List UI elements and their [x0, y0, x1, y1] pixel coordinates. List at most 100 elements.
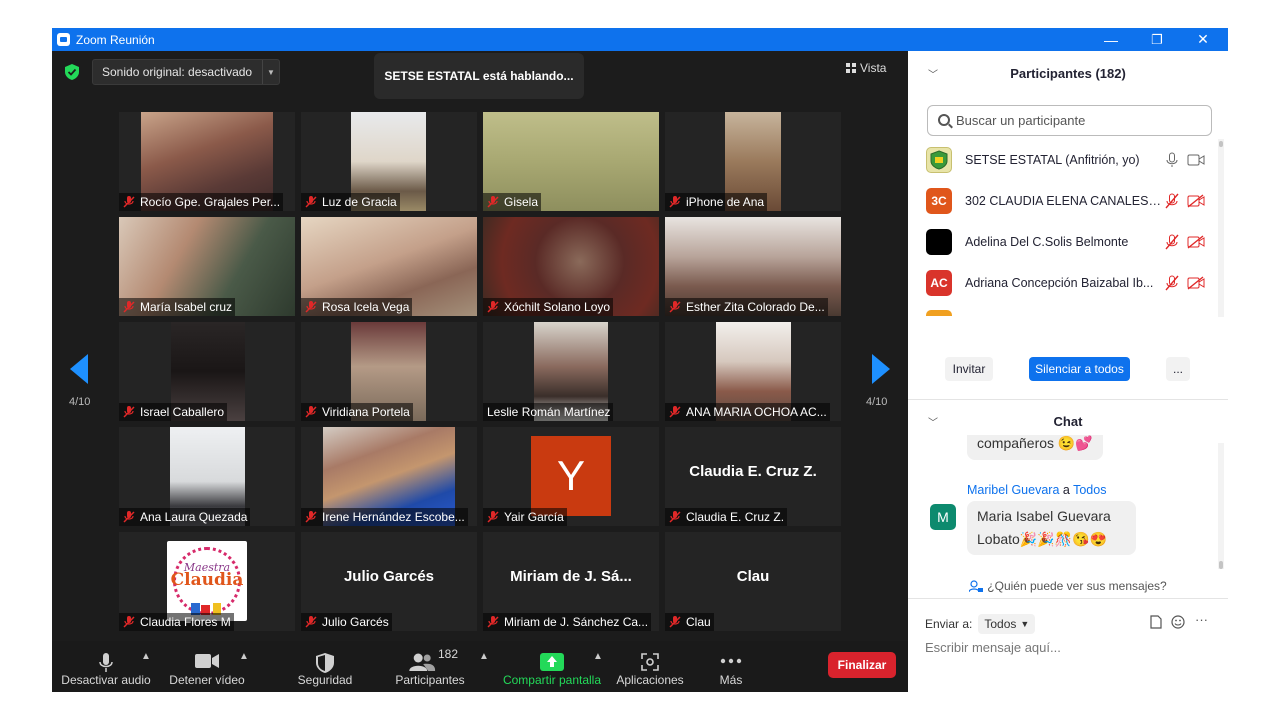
mute-audio-button[interactable]: Desactivar audio	[60, 641, 152, 692]
audio-options-caret-icon[interactable]: ▲	[141, 651, 151, 662]
name-tag: Viridiana Portela	[301, 403, 413, 421]
page-indicator-right: 4/10	[866, 396, 888, 408]
participants-more-button[interactable]: ...	[1166, 357, 1190, 381]
collapse-participants-chevron-icon[interactable]: ﹀	[928, 66, 938, 81]
microphone-icon	[99, 653, 113, 672]
camera-off-icon[interactable]	[1187, 275, 1205, 290]
share-options-caret-icon[interactable]: ▲	[593, 651, 603, 662]
send-to-select[interactable]: Todos ▼	[978, 614, 1036, 634]
video-tile[interactable]: Leslie Román Martínez	[483, 322, 659, 421]
participant-row[interactable]: AC Adriana Concepción Baizabal Ib...	[908, 262, 1218, 303]
end-meeting-button[interactable]: Finalizar	[828, 652, 896, 678]
chat-scrollbar[interactable]	[1218, 443, 1224, 569]
chat-scroll-thumb[interactable]	[1219, 561, 1223, 569]
apps-label: Aplicaciones	[616, 673, 684, 687]
participant-name: Julio Garcés	[322, 615, 389, 629]
next-page-arrow-icon[interactable]	[870, 354, 890, 384]
encryption-shield-icon[interactable]	[65, 64, 79, 80]
name-tag: Julio Garcés	[301, 613, 392, 631]
participant-name: Ana Laura Quezada	[140, 510, 248, 524]
apps-button[interactable]: Aplicaciones	[612, 641, 688, 692]
more-button[interactable]: Más	[708, 641, 754, 692]
minimize-button[interactable]: —	[1088, 28, 1134, 51]
mic-muted-icon	[123, 301, 135, 313]
video-tile[interactable]: Irene Hernández Escobe...	[301, 427, 477, 526]
mic-muted-icon	[305, 616, 317, 628]
security-label: Seguridad	[297, 673, 353, 687]
chat-message-input[interactable]: Escribir mensaje aquí...	[925, 640, 1215, 655]
emoji-icon[interactable]	[1171, 615, 1185, 629]
previous-page-arrow-icon[interactable]	[70, 354, 90, 384]
participant-row[interactable]: 3C 302 CLAUDIA ELENA CANALES ...	[908, 180, 1218, 221]
mic-muted-icon	[487, 301, 499, 313]
camera-off-icon[interactable]	[1187, 234, 1205, 249]
video-options-caret-icon[interactable]: ▲	[239, 651, 249, 662]
mute-all-button[interactable]: Silenciar a todos	[1029, 357, 1130, 381]
view-button[interactable]: Vista	[846, 61, 886, 75]
chat-more-icon[interactable]: ···	[1195, 612, 1208, 627]
mic-muted-icon	[123, 616, 135, 628]
original-sound-label: Sonido original: desactivado	[102, 65, 253, 79]
video-tile[interactable]: Rocío Gpe. Grajales Per...	[119, 112, 295, 211]
chevron-down-icon[interactable]: ▼	[262, 60, 279, 84]
participant-row[interactable]: Adelina Del C.Solis Belmonte	[908, 221, 1218, 262]
video-tile[interactable]: Y Yair García	[483, 427, 659, 526]
video-camera-icon	[195, 654, 219, 668]
collapse-chat-chevron-icon[interactable]: ﹀	[928, 414, 938, 429]
restore-button[interactable]: ❐	[1134, 28, 1180, 51]
participants-scrollbar[interactable]	[1218, 139, 1224, 317]
close-button[interactable]: ✕	[1180, 28, 1226, 51]
mic-muted-icon[interactable]	[1165, 234, 1179, 250]
camera-off-icon[interactable]	[1187, 193, 1205, 208]
avatar: M	[930, 504, 956, 530]
security-shield-icon	[316, 653, 334, 673]
participants-scroll-thumb[interactable]	[1219, 141, 1223, 147]
logo-lettering: Maestra Claudia	[170, 561, 244, 590]
participant-row[interactable]: SETSE ESTATAL (Anfitrión, yo)	[908, 139, 1218, 180]
mic-icon[interactable]	[1165, 152, 1179, 168]
video-tile[interactable]: ANA MARIA OCHOA AC...	[665, 322, 841, 421]
name-tag: Gisela	[483, 193, 542, 211]
mic-muted-icon[interactable]	[1165, 193, 1179, 209]
mic-muted-icon	[123, 511, 135, 523]
video-tile[interactable]: Esther Zita Colorado De...	[665, 217, 841, 316]
video-tile[interactable]: Xóchilt Solano Loyo	[483, 217, 659, 316]
participants-button[interactable]: 182 Participantes	[388, 641, 472, 692]
video-tile[interactable]: Gisela	[483, 112, 659, 211]
file-icon[interactable]	[1150, 615, 1162, 629]
original-sound-button[interactable]: Sonido original: desactivado ▼	[92, 59, 280, 85]
invite-button[interactable]: Invitar	[945, 357, 993, 381]
video-tile[interactable]: Maestra Claudia Claudia Flores M	[119, 532, 295, 631]
participant-name: Luz de Gracia	[322, 195, 397, 209]
search-placeholder: Buscar un participante	[956, 113, 1086, 128]
video-tile[interactable]: Miriam de J. Sá... Miriam de J. Sánchez …	[483, 532, 659, 631]
stop-video-button[interactable]: Detener vídeo	[164, 641, 250, 692]
video-tile[interactable]: iPhone de Ana	[665, 112, 841, 211]
participant-name: Israel Caballero	[140, 405, 225, 419]
video-tile[interactable]: Clau Clau	[665, 532, 841, 631]
video-tile[interactable]: Julio Garcés Julio Garcés	[301, 532, 477, 631]
page-indicator-left: 4/10	[69, 396, 91, 408]
participant-name: Miriam de J. Sánchez Ca...	[504, 615, 649, 629]
video-tile[interactable]: Claudia E. Cruz Z. Claudia E. Cruz Z.	[665, 427, 841, 526]
camera-icon[interactable]	[1187, 153, 1205, 167]
mic-muted-icon[interactable]	[1165, 275, 1179, 291]
video-tile[interactable]: Viridiana Portela	[301, 322, 477, 421]
mic-muted-icon	[487, 196, 499, 208]
video-tile[interactable]: Rosa Icela Vega	[301, 217, 477, 316]
participant-name: Clau	[686, 615, 711, 629]
video-tile[interactable]: Luz de Gracia	[301, 112, 477, 211]
participant-name: Esther Zita Colorado De...	[686, 300, 825, 314]
chat-recipient: Todos	[1073, 483, 1107, 497]
security-button[interactable]: Seguridad	[288, 641, 362, 692]
share-screen-button[interactable]: Compartir pantalla	[498, 641, 606, 692]
video-tile[interactable]: Ana Laura Quezada	[119, 427, 295, 526]
participant-search-input[interactable]: Buscar un participante	[927, 105, 1212, 136]
send-to-value: Todos	[984, 617, 1017, 631]
video-tile[interactable]: Israel Caballero	[119, 322, 295, 421]
participants-icon	[409, 653, 436, 671]
video-tile[interactable]: María Isabel cruz	[119, 217, 295, 316]
participants-options-caret-icon[interactable]: ▲	[479, 651, 489, 662]
participants-header: ﹀ Participantes (182)	[908, 51, 1228, 95]
who-can-see-link[interactable]: ¿Quién puede ver sus mensajes?	[908, 575, 1228, 597]
